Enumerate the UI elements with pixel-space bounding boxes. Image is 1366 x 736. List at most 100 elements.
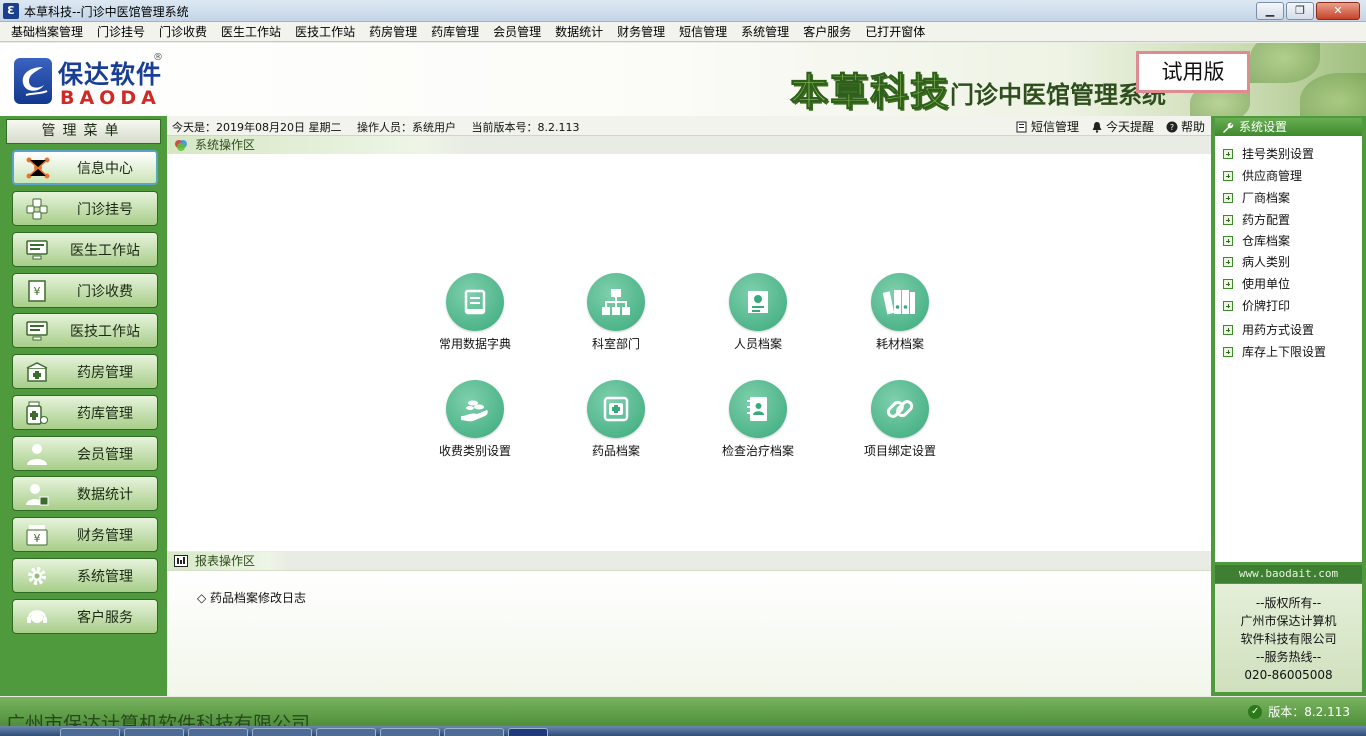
reminder-link[interactable]: 今天提醒 xyxy=(1091,118,1154,135)
settings-item-patient-types[interactable]: 病人类别 xyxy=(1223,253,1290,270)
nav-label: 会员管理 xyxy=(77,446,133,463)
menu-item-statistics[interactable]: 数据统计 xyxy=(548,22,610,42)
org-chart-icon xyxy=(587,273,645,331)
menu-item-customer-service[interactable]: 客户服务 xyxy=(796,22,858,42)
current-date: 今天是：2019年08月20日 星期二 xyxy=(172,121,342,134)
svg-text:¥: ¥ xyxy=(34,532,41,545)
taskbar-item[interactable] xyxy=(444,728,504,736)
settings-item-suppliers[interactable]: 供应商管理 xyxy=(1223,167,1302,184)
menu-item-billing[interactable]: 门诊收费 xyxy=(152,22,214,42)
settings-item-label: 价牌打印 xyxy=(1242,299,1291,313)
tile-exam-treatment-records[interactable]: 检查治疗档案 xyxy=(698,380,818,459)
nav-item-doctor-station[interactable]: 医生工作站 xyxy=(12,232,158,267)
logo-english-text: BAODA xyxy=(60,87,161,109)
expand-icon xyxy=(1223,148,1233,159)
nav-item-statistics[interactable]: 数据统计 xyxy=(12,476,158,511)
tile-data-dictionary[interactable]: 常用数据字典 xyxy=(415,273,535,352)
report-link-medicine-log[interactable]: ◇ 药品档案修改日志 xyxy=(197,589,306,606)
tile-fee-categories[interactable]: 收费类别设置 xyxy=(415,380,535,459)
settings-item-usage-units[interactable]: 使用单位 xyxy=(1223,275,1290,292)
nav-label: 系统管理 xyxy=(77,568,133,585)
menu-item-open-windows[interactable]: 已打开窗体 xyxy=(858,22,932,42)
settings-item-label: 病人类别 xyxy=(1242,255,1291,269)
report-icon xyxy=(174,555,188,567)
settings-item-manufacturers[interactable]: 厂商档案 xyxy=(1223,189,1290,206)
statistics-icon xyxy=(13,476,61,511)
taskbar-item[interactable] xyxy=(316,728,376,736)
expand-icon xyxy=(1223,170,1233,181)
tile-medicine-records[interactable]: 药品档案 xyxy=(556,380,676,459)
taskbar-item[interactable] xyxy=(380,728,440,736)
nav-label: 门诊收费 xyxy=(77,283,133,300)
tile-label: 常用数据字典 xyxy=(438,337,511,351)
system-settings-header: 系统设置 xyxy=(1215,118,1362,136)
check-icon: ✓ xyxy=(1248,704,1263,719)
medicine-bottle-icon xyxy=(13,395,61,430)
current-operator: 操作人员：系统用户 xyxy=(356,121,456,134)
settings-item-registration-types[interactable]: 挂号类别设置 xyxy=(1223,145,1314,162)
minimize-button[interactable]: ▁ xyxy=(1256,2,1284,20)
nav-item-registration[interactable]: 门诊挂号 xyxy=(12,191,158,226)
menu-item-finance[interactable]: 财务管理 xyxy=(610,22,672,42)
nav-item-members[interactable]: 会员管理 xyxy=(12,436,158,471)
help-link[interactable]: ? 帮助 xyxy=(1166,118,1205,135)
menu-item-drug-storage[interactable]: 药库管理 xyxy=(424,22,486,42)
nav-item-drug-storage[interactable]: 药库管理 xyxy=(12,395,158,430)
taskbar-item[interactable] xyxy=(124,728,184,736)
copyright-line: --版权所有-- xyxy=(1255,596,1322,610)
menu-item-tech-station[interactable]: 医技工作站 xyxy=(288,22,362,42)
settings-item-price-tag-print[interactable]: 价牌打印 xyxy=(1223,297,1290,314)
menu-item-system[interactable]: 系统管理 xyxy=(734,22,796,42)
menu-item-registration[interactable]: 门诊挂号 xyxy=(90,22,152,42)
nav-item-info-center[interactable]: 信息中心 xyxy=(12,150,158,185)
menu-item-doctor-station[interactable]: 医生工作站 xyxy=(214,22,288,42)
tile-departments[interactable]: 科室部门 xyxy=(556,273,676,352)
sms-link[interactable]: 短信管理 xyxy=(1016,118,1079,135)
window-titlebar[interactable]: Ɛ 本草科技--门诊中医馆管理系统 ▁ ❐ ✕ xyxy=(0,0,1366,22)
menu-bar: 基础档案管理 门诊挂号 门诊收费 医生工作站 医技工作站 药房管理 药库管理 会… xyxy=(0,22,1366,42)
member-icon xyxy=(13,436,61,471)
nav-item-billing[interactable]: ¥ 门诊收费 xyxy=(12,273,158,308)
nav-item-pharmacy[interactable]: 药房管理 xyxy=(12,354,158,389)
nav-item-tech-station[interactable]: 医技工作站 xyxy=(12,313,158,348)
company-website[interactable]: www.baodait.com xyxy=(1215,565,1362,583)
menu-item-members[interactable]: 会员管理 xyxy=(486,22,548,42)
expand-icon xyxy=(1223,300,1233,311)
nav-label: 门诊挂号 xyxy=(77,201,133,218)
nav-item-finance[interactable]: ¥ 财务管理 xyxy=(12,517,158,552)
settings-item-dosage-methods[interactable]: 用药方式设置 xyxy=(1223,321,1314,338)
nav-label: 客户服务 xyxy=(77,609,133,626)
nav-item-system[interactable]: 系统管理 xyxy=(12,558,158,593)
settings-item-label: 供应商管理 xyxy=(1242,169,1303,183)
taskbar-item[interactable] xyxy=(252,728,312,736)
settings-item-prescriptions[interactable]: 药方配置 xyxy=(1223,211,1290,228)
session-info: 今天是：2019年08月20日 星期二 操作人员：系统用户 当前版本号：8.2.… xyxy=(172,119,591,135)
tile-consumables[interactable]: 耗材档案 xyxy=(840,273,960,352)
menu-item-sms[interactable]: 短信管理 xyxy=(672,22,734,42)
network-icon xyxy=(14,150,62,185)
registered-mark: ® xyxy=(153,52,163,63)
expand-icon xyxy=(1223,192,1233,203)
close-button[interactable]: ✕ xyxy=(1316,2,1360,20)
nav-item-customer-service[interactable]: 客户服务 xyxy=(12,599,158,634)
menu-item-basic-records[interactable]: 基础档案管理 xyxy=(4,22,90,42)
tile-personnel-files[interactable]: 人员档案 xyxy=(698,273,818,352)
hotline-number: 020-86005008 xyxy=(1244,668,1333,682)
trial-badge: 试用版 xyxy=(1136,51,1250,93)
taskbar-item[interactable] xyxy=(60,728,120,736)
help-link-label: 帮助 xyxy=(1180,120,1205,134)
settings-item-warehouses[interactable]: 仓库档案 xyxy=(1223,232,1290,249)
tile-item-binding[interactable]: 项目绑定设置 xyxy=(840,380,960,459)
maximize-button[interactable]: ❐ xyxy=(1286,2,1314,20)
settings-item-stock-limits[interactable]: 库存上下限设置 xyxy=(1223,343,1326,360)
brand-name: 本草科技 xyxy=(789,70,951,115)
menu-item-pharmacy[interactable]: 药房管理 xyxy=(362,22,424,42)
taskbar-item[interactable] xyxy=(508,728,548,736)
system-settings-panel: 系统设置 挂号类别设置 供应商管理 厂商档案 药方配置 仓库档案 病人类别 使用… xyxy=(1215,118,1362,562)
palette-icon xyxy=(175,140,187,151)
registration-icon xyxy=(13,191,61,226)
os-taskbar xyxy=(0,726,1366,736)
nav-label: 财务管理 xyxy=(77,527,133,544)
medicine-kit-icon xyxy=(587,380,645,438)
taskbar-item[interactable] xyxy=(188,728,248,736)
